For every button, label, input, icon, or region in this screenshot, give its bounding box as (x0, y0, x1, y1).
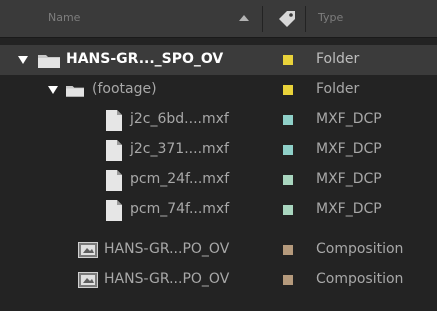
name-column-header[interactable]: Name (48, 11, 80, 24)
item-name: j2c_6bd....mxf (130, 111, 229, 127)
item-type: Folder (316, 51, 360, 67)
column-header: Name Type (0, 0, 437, 38)
composition-icon (78, 242, 98, 258)
tag-icon[interactable] (276, 8, 298, 30)
folder-icon (38, 55, 60, 68)
project-item-row[interactable]: j2c_371....mxf MXF_DCP (0, 135, 437, 165)
item-name: HANS-GR...PO_OV (104, 271, 230, 287)
label-swatch[interactable] (283, 245, 293, 255)
file-icon (106, 200, 122, 221)
item-name: pcm_24f...mxf (130, 171, 230, 187)
disclosure-triangle-icon[interactable] (18, 56, 28, 64)
column-divider[interactable] (305, 6, 306, 32)
label-swatch[interactable] (283, 55, 293, 65)
project-item-row[interactable]: j2c_6bd....mxf MXF_DCP (0, 105, 437, 135)
item-type: Composition (316, 241, 404, 257)
item-type: Folder (316, 81, 360, 97)
project-item-row[interactable]: pcm_74f...mxf MXF_DCP (0, 195, 437, 225)
disclosure-triangle-icon[interactable] (48, 86, 58, 94)
item-name: HANS-GR...PO_OV (104, 241, 230, 257)
project-panel: Name Type HANS-GR..._SPO_OV Folder (foot… (0, 0, 437, 311)
project-item-row[interactable]: HANS-GR...PO_OV Composition (0, 235, 437, 265)
item-type: MXF_DCP (316, 111, 382, 127)
project-item-row[interactable]: HANS-GR...PO_OV Composition (0, 265, 437, 295)
item-name: HANS-GR..._SPO_OV (66, 51, 224, 67)
item-type: MXF_DCP (316, 171, 382, 187)
item-name: j2c_371....mxf (130, 141, 229, 157)
item-type: MXF_DCP (316, 141, 382, 157)
item-type: Composition (316, 271, 404, 287)
file-icon (106, 170, 122, 191)
label-swatch[interactable] (283, 275, 293, 285)
project-item-row[interactable]: pcm_24f...mxf MXF_DCP (0, 165, 437, 195)
label-swatch[interactable] (283, 85, 293, 95)
folder-icon (66, 86, 84, 97)
file-icon (106, 110, 122, 131)
composition-icon (78, 272, 98, 288)
project-item-row[interactable]: (footage) Folder (0, 75, 437, 105)
item-type: MXF_DCP (316, 201, 382, 217)
file-icon (106, 140, 122, 161)
project-item-row[interactable]: HANS-GR..._SPO_OV Folder (0, 45, 437, 75)
triangle-up-icon[interactable] (239, 15, 249, 21)
column-divider[interactable] (262, 6, 263, 32)
label-swatch[interactable] (283, 205, 293, 215)
label-swatch[interactable] (283, 175, 293, 185)
type-column-header[interactable]: Type (318, 11, 343, 24)
label-swatch[interactable] (283, 115, 293, 125)
item-name: pcm_74f...mxf (130, 201, 230, 217)
item-name: (footage) (92, 81, 157, 97)
label-swatch[interactable] (283, 145, 293, 155)
